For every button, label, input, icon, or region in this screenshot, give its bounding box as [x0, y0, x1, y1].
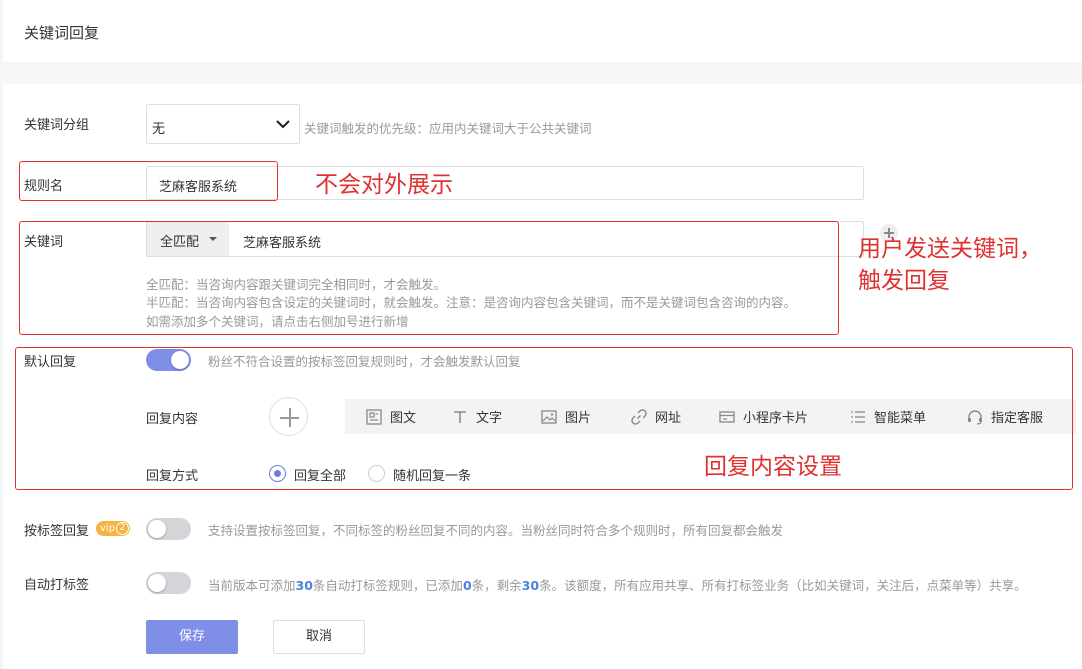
keyword-group-hint: 关键词触发的优先级：应用内关键词大于公共关键词 — [304, 121, 592, 136]
keyword-annotation-box — [19, 221, 839, 335]
auto-tag-hint-text: 条。该额度，所有应用共享、所有打标签业务（比如关键词，关注后，点菜单等）共享。 — [539, 578, 1027, 593]
auto-tag-limit: 30 — [295, 578, 313, 593]
auto-tag-added: 0 — [462, 578, 472, 593]
chevron-down-icon — [276, 120, 290, 129]
auto-tag-toggle[interactable] — [146, 572, 191, 594]
auto-tag-hint-text: 条，剩余 — [471, 578, 522, 593]
header-gap — [3, 62, 1082, 84]
reply-annotation-box — [15, 347, 1073, 490]
tag-reply-toggle[interactable] — [146, 518, 191, 540]
vip-badge-text: vip — [100, 523, 116, 534]
save-button[interactable]: 保存 — [146, 620, 238, 654]
keyword-annotation-line1: 用户发送关键词， — [858, 236, 1042, 262]
keyword-group-label: 关键词分组 — [24, 118, 90, 133]
auto-tag-label: 自动打标签 — [24, 578, 90, 593]
rule-name-annotation: 不会对外展示 — [315, 172, 453, 198]
keyword-group-value: 无 — [152, 122, 166, 137]
vip-badge: vip 2 — [96, 521, 130, 536]
tag-reply-hint: 支持设置按标签回复，不同标签的粉丝回复不同的内容。当粉丝同时符合多个规则时，所有… — [208, 523, 784, 538]
keyword-group-select[interactable]: 无 — [146, 104, 300, 144]
vip-level: 2 — [116, 522, 129, 535]
rule-name-annotation-box — [19, 161, 278, 201]
auto-tag-hint-text: 当前版本可添加 — [208, 578, 296, 593]
auto-tag-remaining: 30 — [521, 578, 540, 593]
toggle-knob — [148, 520, 166, 538]
reply-annotation: 回复内容设置 — [704, 454, 842, 480]
cancel-button[interactable]: 取消 — [273, 620, 365, 654]
page-header: 关键词回复 — [3, 0, 1082, 62]
keyword-annotation-line2: 触发回复 — [858, 268, 950, 294]
toggle-knob — [148, 574, 166, 592]
auto-tag-hint: 当前版本可添加30条自动打标签规则，已添加0条，剩余30条。该额度，所有应用共享… — [208, 575, 1027, 594]
auto-tag-hint-text: 条自动打标签规则，已添加 — [312, 578, 463, 593]
page-title: 关键词回复 — [24, 24, 100, 42]
tag-reply-label: 按标签回复 — [24, 524, 90, 539]
